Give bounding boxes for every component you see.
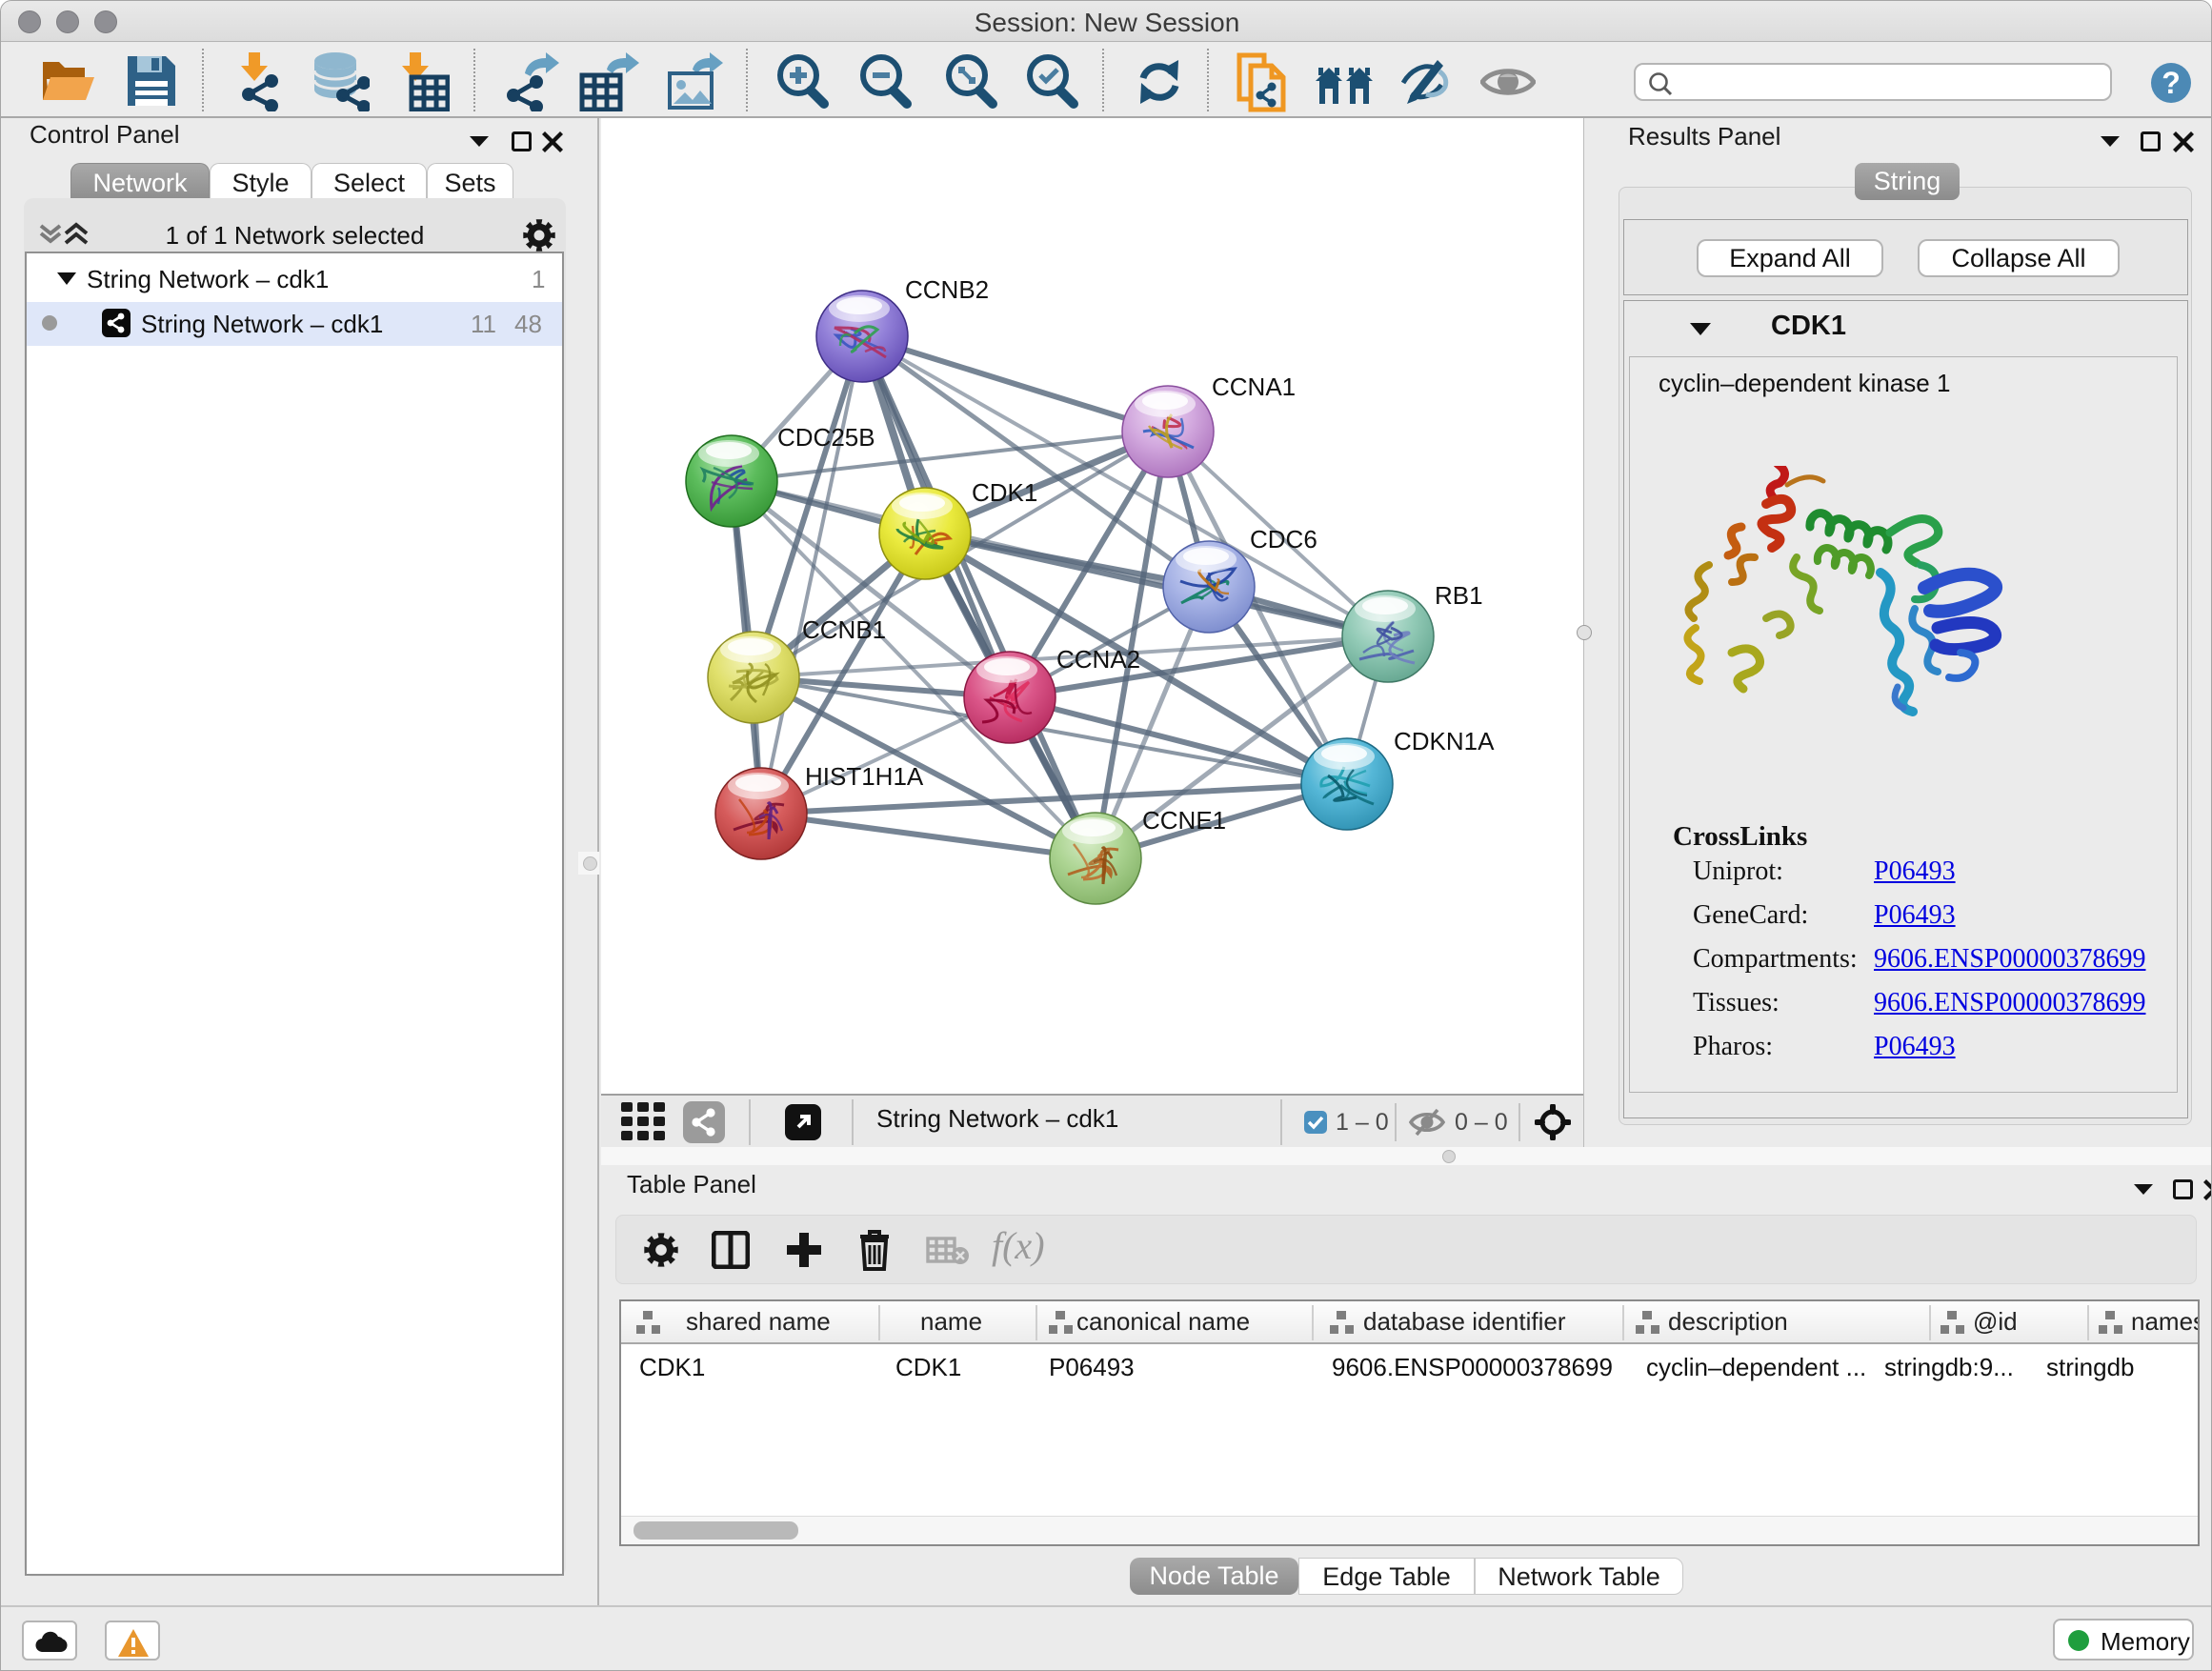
svg-text:RB1: RB1 [1435,581,1483,610]
svg-text:CCNA2: CCNA2 [1056,645,1140,674]
svg-text:CDK1: CDK1 [972,478,1037,507]
svg-text:CDC6: CDC6 [1250,525,1317,554]
svg-text:CCNB2: CCNB2 [905,275,989,304]
svg-text:CCNA1: CCNA1 [1212,372,1296,401]
svg-text:CCNE1: CCNE1 [1142,806,1226,835]
svg-text:HIST1H1A: HIST1H1A [805,762,924,791]
svg-text:CDKN1A: CDKN1A [1394,727,1495,755]
svg-text:CCNB1: CCNB1 [802,615,886,644]
svg-text:CDC25B: CDC25B [777,423,875,452]
svg-text:?: ? [2162,66,2181,100]
